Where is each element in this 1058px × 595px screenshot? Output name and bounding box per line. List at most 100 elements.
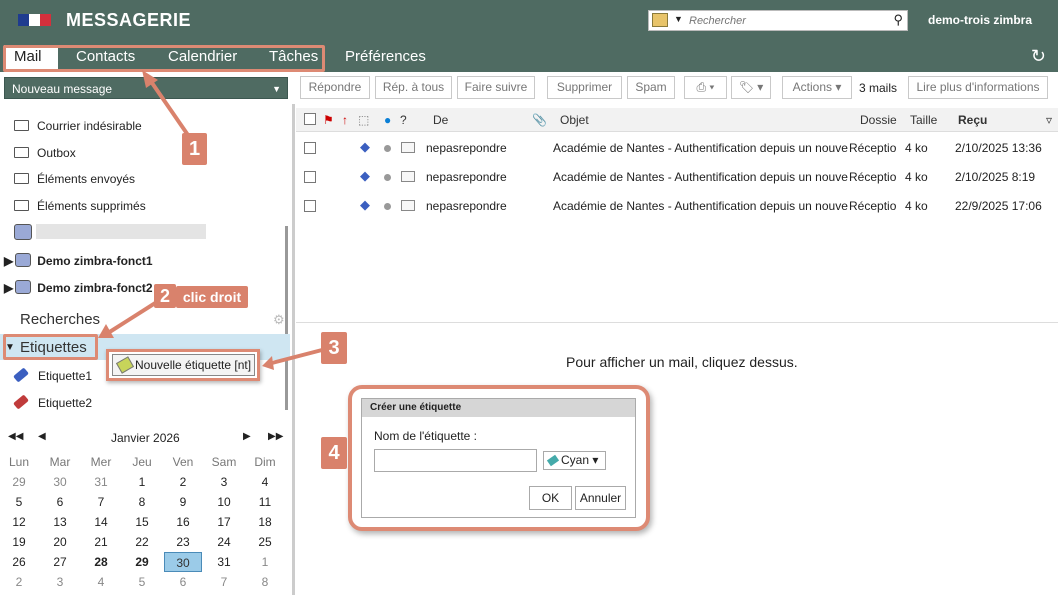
priority-column-icon[interactable]: ↑: [342, 113, 348, 127]
tab-preferences[interactable]: Préférences: [335, 45, 436, 69]
calendar-day[interactable]: 1: [123, 472, 161, 492]
message-row[interactable]: ◆ nepasrepondre Académie de Nantes - Authe…: [296, 134, 1058, 162]
calendar-day[interactable]: 24: [205, 532, 243, 552]
calendar-day[interactable]: 27: [41, 552, 79, 572]
calendar-day[interactable]: 6: [164, 572, 202, 592]
pane-splitter[interactable]: [292, 104, 295, 595]
tag-item-2[interactable]: Etiquette2: [13, 394, 92, 410]
tag-item-1[interactable]: Etiquette1: [13, 367, 92, 383]
prev-month-icon[interactable]: ◀: [38, 431, 46, 442]
search-icon[interactable]: ⚲: [893, 12, 903, 28]
read-status-dot[interactable]: [384, 203, 391, 210]
column-folder[interactable]: Dossie: [860, 113, 897, 127]
calendar-day[interactable]: 2: [164, 472, 202, 492]
calendar-day[interactable]: 5: [123, 572, 161, 592]
reading-pane-divider[interactable]: [296, 322, 1058, 328]
forward-button[interactable]: Faire suivre: [457, 76, 535, 99]
calendar-day[interactable]: 30: [164, 552, 202, 572]
column-subject[interactable]: Objet: [560, 113, 589, 127]
new-message-button[interactable]: Nouveau message ▼: [4, 77, 288, 99]
tag-column-icon[interactable]: ⬚: [358, 113, 369, 127]
calendar-day[interactable]: 15: [123, 512, 161, 532]
more-info-button[interactable]: Lire plus d'informations: [908, 76, 1048, 99]
select-all-checkbox[interactable]: [304, 113, 316, 125]
calendar-day[interactable]: 3: [205, 472, 243, 492]
read-status-dot[interactable]: [384, 174, 391, 181]
calendar-day[interactable]: 20: [41, 532, 79, 552]
searches-header[interactable]: Recherches: [20, 311, 100, 328]
gear-icon[interactable]: ⚙: [273, 312, 285, 328]
search-scope-icon[interactable]: [652, 13, 668, 27]
chevron-down-icon[interactable]: ▼: [674, 14, 683, 24]
calendar-day[interactable]: 10: [205, 492, 243, 512]
calendar-day[interactable]: 28: [82, 552, 120, 572]
calendar-day[interactable]: 1: [246, 552, 284, 572]
actions-button[interactable]: Actions ▾: [782, 76, 852, 99]
user-menu[interactable]: demo-trois zimbra: [928, 13, 1032, 27]
calendar-day[interactable]: 7: [82, 492, 120, 512]
folder-trash[interactable]: Éléments supprimés: [14, 196, 146, 216]
spam-button[interactable]: Spam: [627, 76, 675, 99]
calendar-day[interactable]: 31: [82, 472, 120, 492]
calendar-day[interactable]: 8: [123, 492, 161, 512]
read-status-dot[interactable]: [384, 145, 391, 152]
search-input[interactable]: [689, 13, 879, 28]
column-received[interactable]: Reçu: [958, 113, 987, 127]
print-button[interactable]: ⎙ ▾: [684, 76, 727, 99]
calendar-day[interactable]: 29: [0, 472, 38, 492]
calendar-day[interactable]: 19: [0, 532, 38, 552]
tag-color-select[interactable]: Cyan ▾: [543, 451, 606, 470]
ok-button[interactable]: OK: [529, 486, 572, 510]
folder-outbox[interactable]: Outbox: [14, 143, 76, 163]
unread-column-icon[interactable]: ●: [384, 113, 391, 127]
calendar-day[interactable]: 18: [246, 512, 284, 532]
row-checkbox[interactable]: [304, 200, 316, 212]
attachment-column-icon[interactable]: 📎: [532, 113, 547, 127]
calendar-day[interactable]: 31: [205, 552, 243, 572]
next-month-icon[interactable]: ▶: [243, 431, 251, 442]
calendar-day[interactable]: 3: [41, 572, 79, 592]
menu-item-new-tag[interactable]: Nouvelle étiquette [nt]: [112, 354, 255, 376]
next-year-icon[interactable]: ▶▶: [268, 431, 283, 442]
sort-icon[interactable]: ▿: [1046, 113, 1052, 127]
calendar-day[interactable]: 25: [246, 532, 284, 552]
calendar-day[interactable]: 8: [246, 572, 284, 592]
calendar-day[interactable]: 2: [0, 572, 38, 592]
calendar-day[interactable]: 12: [0, 512, 38, 532]
folder-junk[interactable]: Courrier indésirable: [14, 116, 142, 136]
sidebar-scrollbar[interactable]: [285, 226, 288, 410]
column-from[interactable]: De: [433, 113, 448, 127]
calendar-day[interactable]: 6: [41, 492, 79, 512]
calendar-day[interactable]: 26: [0, 552, 38, 572]
calendar-day[interactable]: 30: [41, 472, 79, 492]
folder-sent[interactable]: Éléments envoyés: [14, 169, 135, 189]
calendar-day[interactable]: 16: [164, 512, 202, 532]
calendar-day[interactable]: 5: [0, 492, 38, 512]
flag-column-icon[interactable]: ⚑: [323, 113, 334, 127]
calendar-day[interactable]: 22: [123, 532, 161, 552]
chevron-down-icon[interactable]: ▼: [272, 78, 281, 100]
message-row[interactable]: ◆ nepasrepondre Académie de Nantes - Authe…: [296, 163, 1058, 191]
calendar-day[interactable]: 4: [82, 572, 120, 592]
reply-all-button[interactable]: Rép. à tous: [375, 76, 452, 99]
calendar-day[interactable]: 14: [82, 512, 120, 532]
calendar-day[interactable]: 11: [246, 492, 284, 512]
reply-button[interactable]: Répondre: [300, 76, 370, 99]
calendar-day[interactable]: 23: [164, 532, 202, 552]
calendar-day[interactable]: 17: [205, 512, 243, 532]
calendar-day[interactable]: 21: [82, 532, 120, 552]
tag-name-input[interactable]: [374, 449, 537, 472]
calendar-day[interactable]: 29: [123, 552, 161, 572]
calendar-day[interactable]: 7: [205, 572, 243, 592]
row-checkbox[interactable]: [304, 142, 316, 154]
prev-year-icon[interactable]: ◀◀: [8, 431, 23, 442]
search-box[interactable]: ▼ ⚲: [648, 10, 908, 31]
cancel-button[interactable]: Annuler: [575, 486, 626, 510]
status-column-icon[interactable]: ?: [400, 113, 407, 127]
delete-button[interactable]: Supprimer: [547, 76, 622, 99]
calendar-day[interactable]: 13: [41, 512, 79, 532]
row-checkbox[interactable]: [304, 171, 316, 183]
column-size[interactable]: Taille: [910, 113, 937, 127]
refresh-icon[interactable]: ↻: [1031, 46, 1046, 67]
account-fonct1[interactable]: ▶ Demo zimbra-fonct1: [4, 252, 153, 270]
